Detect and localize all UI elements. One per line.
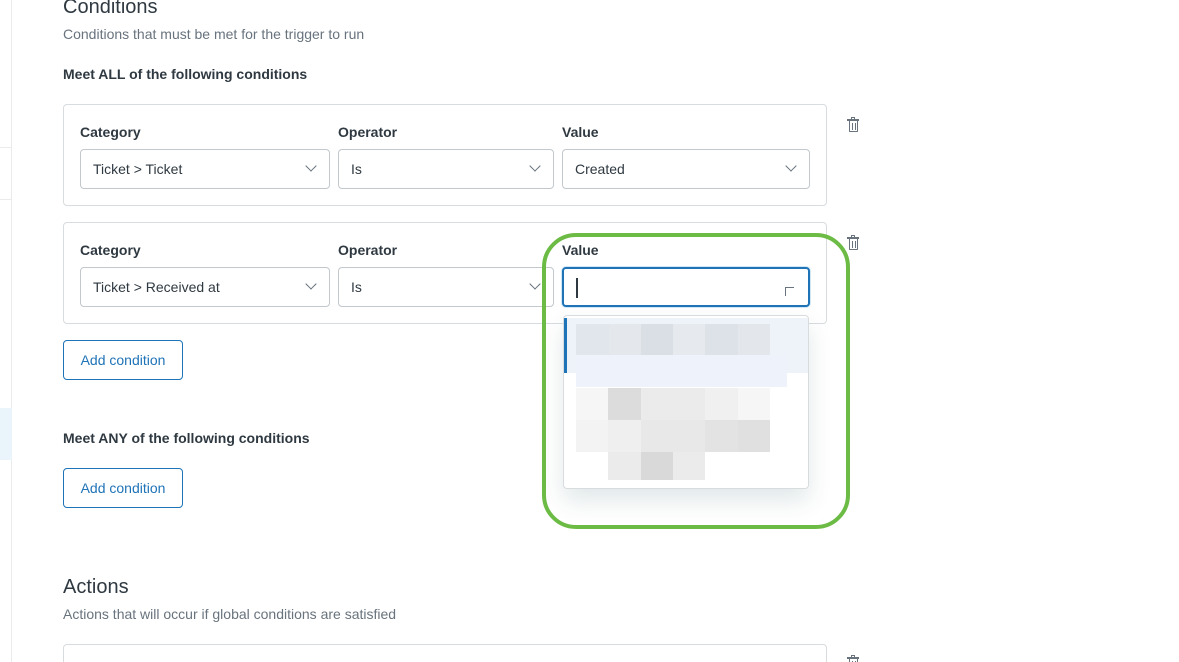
value-select[interactable]: Created bbox=[562, 149, 810, 189]
conditions-title: Conditions bbox=[63, 0, 158, 18]
operator-select-value: Is bbox=[351, 279, 362, 295]
rail-active-item[interactable] bbox=[0, 408, 12, 460]
operator-select[interactable]: Is bbox=[338, 149, 554, 189]
chevron-down-icon bbox=[305, 160, 317, 172]
rail-divider bbox=[0, 147, 12, 148]
operator-label: Operator bbox=[338, 124, 398, 140]
operator-select[interactable]: Is bbox=[338, 267, 554, 307]
category-select[interactable]: Ticket > Received at bbox=[80, 267, 330, 307]
trash-icon[interactable] bbox=[847, 117, 859, 132]
chevron-down-icon bbox=[305, 278, 317, 290]
trash-icon[interactable] bbox=[847, 235, 859, 250]
category-label: Category bbox=[80, 242, 141, 258]
left-rail bbox=[0, 0, 12, 662]
category-select[interactable]: Ticket > Ticket bbox=[80, 149, 330, 189]
actions-subtitle: Actions that will occur if global condit… bbox=[63, 606, 397, 622]
add-condition-any-button[interactable]: Add condition bbox=[63, 468, 183, 508]
operator-select-value: Is bbox=[351, 161, 362, 177]
value-select-value: Created bbox=[575, 161, 625, 177]
trash-icon[interactable] bbox=[847, 655, 859, 662]
operator-label: Operator bbox=[338, 242, 398, 258]
all-conditions-label: Meet ALL of the following conditions bbox=[63, 66, 308, 82]
any-conditions-label: Meet ANY of the following conditions bbox=[63, 430, 310, 446]
conditions-subtitle: Conditions that must be met for the trig… bbox=[63, 26, 365, 42]
actions-title: Actions bbox=[63, 576, 129, 598]
chevron-down-icon bbox=[529, 160, 541, 172]
action-row bbox=[63, 644, 827, 662]
add-condition-all-button[interactable]: Add condition bbox=[63, 340, 183, 380]
category-label: Category bbox=[80, 124, 141, 140]
chevron-down-icon bbox=[785, 160, 797, 172]
value-label: Value bbox=[562, 124, 599, 140]
category-select-value: Ticket > Received at bbox=[93, 279, 220, 295]
chevron-down-icon bbox=[529, 278, 541, 290]
highlight-annotation bbox=[542, 233, 850, 529]
rail-divider bbox=[0, 199, 12, 200]
category-select-value: Ticket > Ticket bbox=[93, 161, 183, 177]
condition-row: Category Operator Value Ticket > Ticket … bbox=[63, 104, 827, 206]
